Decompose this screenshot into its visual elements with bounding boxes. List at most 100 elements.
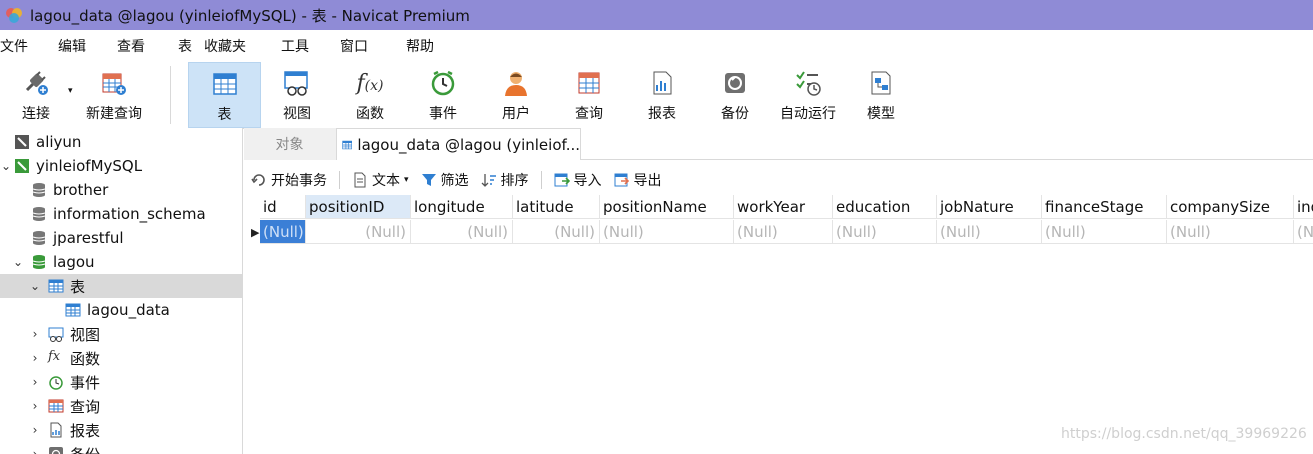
chevron-down-icon[interactable]: ⌄ xyxy=(29,279,41,293)
column-header-jobnature[interactable]: jobNature xyxy=(937,195,1042,219)
view-icon xyxy=(48,327,64,342)
report-button[interactable]: 报表 xyxy=(635,62,689,128)
tree-label: 视图 xyxy=(70,325,101,344)
table-cell[interactable]: (Null) xyxy=(1042,220,1167,244)
tree-group-reports[interactable]: › 报表 xyxy=(0,418,242,442)
table-cell[interactable]: (Null) xyxy=(260,220,306,244)
tree-group-tables[interactable]: ⌄ 表 xyxy=(0,274,242,298)
current-row-indicator-icon: ▶ xyxy=(251,226,260,239)
column-header-positionid[interactable]: positionID xyxy=(306,195,411,219)
query-button[interactable]: 查询 xyxy=(562,62,616,128)
tree-group-views[interactable]: › 视图 xyxy=(0,322,242,346)
report-icon xyxy=(653,71,672,95)
column-header-id[interactable]: id xyxy=(260,195,306,219)
tab-lagou-data[interactable]: lagou_data @lagou (yinleiof... xyxy=(336,128,581,160)
text-button[interactable]: 文本 ▾ xyxy=(352,170,409,190)
column-header-latitude[interactable]: latitude xyxy=(513,195,600,219)
tree-connection-aliyun[interactable]: aliyun xyxy=(0,130,242,154)
tree-database-brother[interactable]: brother xyxy=(0,178,242,202)
menu-tools[interactable]: 工具 xyxy=(281,36,309,56)
import-button[interactable]: 导入 xyxy=(554,170,602,190)
query-label: 查询 xyxy=(575,106,603,122)
toolbar-separator xyxy=(339,171,340,189)
chevron-right-icon[interactable]: › xyxy=(29,423,41,437)
table-cell[interactable]: (Null) xyxy=(411,220,513,244)
tree-label: lagou_data xyxy=(87,301,170,319)
column-header-longitude[interactable]: longitude xyxy=(411,195,513,219)
automation-button[interactable]: 自动运行 xyxy=(776,62,840,128)
user-button[interactable]: 用户 xyxy=(489,62,543,128)
column-header-financestage[interactable]: financeStage xyxy=(1042,195,1167,219)
model-button[interactable]: 模型 xyxy=(854,62,908,128)
connect-dropdown-icon[interactable]: ▾ xyxy=(68,86,73,96)
tree-database-lagou[interactable]: ⌄ lagou xyxy=(0,250,242,274)
table-cell[interactable]: (Null) xyxy=(306,220,411,244)
table-icon xyxy=(65,303,81,317)
sort-button[interactable]: 排序 xyxy=(481,170,529,190)
function-button[interactable]: f(x) 函数 xyxy=(343,62,397,128)
import-icon xyxy=(554,173,570,187)
column-header-education[interactable]: education xyxy=(833,195,937,219)
table-cell[interactable]: (Null) xyxy=(833,220,937,244)
column-header-industry[interactable]: ind xyxy=(1294,195,1313,219)
column-header-positionname[interactable]: positionName xyxy=(600,195,734,219)
tree-group-functions[interactable]: › fx 函数 xyxy=(0,346,242,370)
menu-table[interactable]: 表 xyxy=(178,36,192,56)
backup-button[interactable]: 备份 xyxy=(708,62,762,128)
table-cell[interactable]: (N xyxy=(1294,220,1313,244)
table-cell[interactable]: (Null) xyxy=(600,220,734,244)
new-query-button[interactable]: 新建查询 xyxy=(80,62,148,128)
tree-connection-yinleiofmysql[interactable]: ⌄ yinleiofMySQL xyxy=(0,154,242,178)
tree-group-queries[interactable]: › 查询 xyxy=(0,394,242,418)
table-toolbar: 开始事务 文本 ▾ 筛选 排序 导入 导出 xyxy=(244,166,1313,194)
tree-group-backups[interactable]: › 备份 xyxy=(0,442,242,454)
tree-label: yinleiofMySQL xyxy=(36,157,143,175)
view-label: 视图 xyxy=(283,106,311,122)
menu-help[interactable]: 帮助 xyxy=(406,36,434,56)
chevron-right-icon[interactable]: › xyxy=(29,351,41,365)
sort-label: 排序 xyxy=(500,173,529,189)
chevron-right-icon[interactable]: › xyxy=(29,399,41,413)
tab-objects[interactable]: 对象 xyxy=(244,128,335,160)
toolbar-separator xyxy=(540,171,542,189)
query-icon xyxy=(578,72,600,94)
tree-label: aliyun xyxy=(36,133,82,151)
begin-transaction-label: 开始事务 xyxy=(271,173,327,189)
menu-favorites[interactable]: 收藏夹 xyxy=(204,36,246,56)
connection-icon xyxy=(15,159,29,173)
chevron-down-icon[interactable]: ⌄ xyxy=(0,159,12,173)
event-button[interactable]: 事件 xyxy=(416,62,470,128)
database-icon xyxy=(32,231,46,245)
connect-button[interactable]: 连接 xyxy=(10,62,62,128)
menu-bar: 文件 编辑 查看 表 收藏夹 工具 窗口 帮助 xyxy=(0,30,1313,62)
tree-database-jparestful[interactable]: jparestful xyxy=(0,226,242,250)
column-header-workyear[interactable]: workYear xyxy=(734,195,833,219)
chevron-right-icon[interactable]: › xyxy=(29,375,41,389)
tree-table-lagou-data[interactable]: lagou_data xyxy=(0,298,242,322)
view-button[interactable]: 视图 xyxy=(270,62,324,128)
table-cell[interactable]: (Null) xyxy=(937,220,1042,244)
chevron-down-icon[interactable]: ⌄ xyxy=(12,255,24,269)
table-button[interactable]: 表 xyxy=(188,62,261,128)
chevron-right-icon[interactable]: › xyxy=(29,327,41,341)
table-cell[interactable]: (Null) xyxy=(734,220,833,244)
event-label: 事件 xyxy=(429,106,457,122)
begin-transaction-button[interactable]: 开始事务 xyxy=(251,170,327,190)
chevron-down-icon[interactable]: ▾ xyxy=(404,175,409,185)
menu-edit[interactable]: 编辑 xyxy=(58,36,86,56)
menu-file[interactable]: 文件 xyxy=(0,36,28,56)
view-icon xyxy=(284,71,308,96)
tree-database-information-schema[interactable]: information_schema xyxy=(0,202,242,226)
user-icon xyxy=(505,72,527,96)
data-grid: id positionID longitude latitude positio… xyxy=(247,195,1313,245)
table-cell[interactable]: (Null) xyxy=(513,220,600,244)
chevron-right-icon[interactable]: › xyxy=(29,447,41,454)
database-icon xyxy=(32,207,46,221)
menu-window[interactable]: 窗口 xyxy=(340,36,368,56)
menu-view[interactable]: 查看 xyxy=(117,36,145,56)
tree-group-events[interactable]: › 事件 xyxy=(0,370,242,394)
filter-button[interactable]: 筛选 xyxy=(421,170,469,190)
export-button[interactable]: 导出 xyxy=(614,170,662,190)
column-header-companysize[interactable]: companySize xyxy=(1167,195,1294,219)
table-cell[interactable]: (Null) xyxy=(1167,220,1294,244)
